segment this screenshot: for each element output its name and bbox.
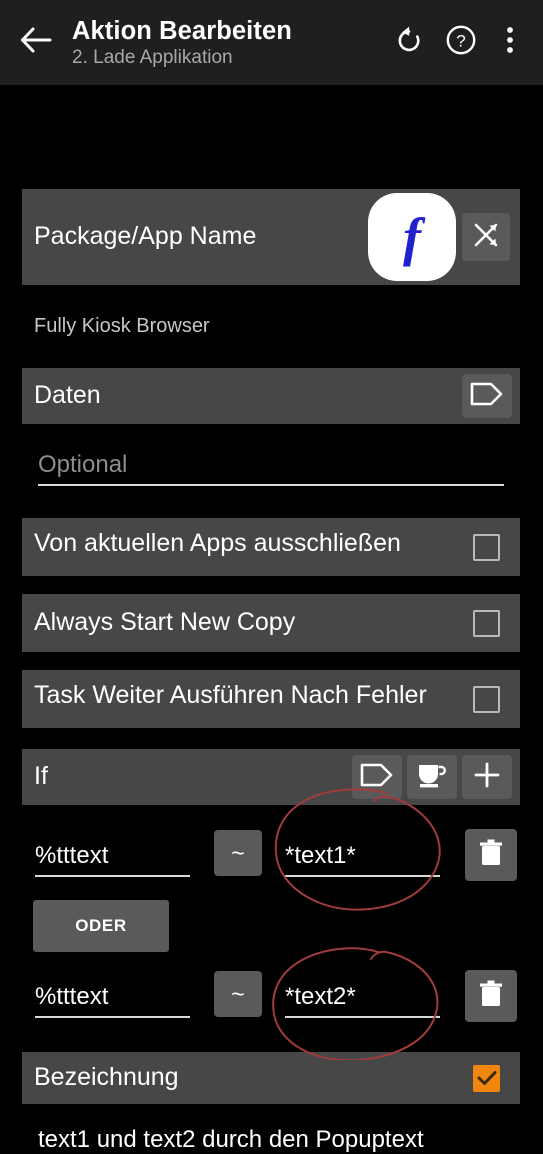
app-bar-actions: ? [383, 0, 533, 85]
condition-operator-1-label: ~ [231, 839, 245, 866]
checkbox-label-exclude-from-recent-apps: Von aktuellen Apps ausschließen [34, 529, 401, 558]
package-app-name-label: Package/App Name [34, 222, 257, 251]
undo-button[interactable] [383, 0, 435, 85]
back-button[interactable] [0, 0, 72, 85]
checkbox-row-continue-task-after-error[interactable]: Task Weiter Ausführen Nach Fehler [22, 670, 520, 728]
coffee-cup-icon [416, 761, 448, 794]
page-title: Aktion Bearbeiten [72, 16, 292, 45]
check-icon [477, 1071, 496, 1085]
condition-delete-1[interactable] [465, 829, 517, 881]
bottom-note: text1 und text2 durch den Popuptext [38, 1126, 424, 1153]
condition-variable-1[interactable]: %tttext [35, 842, 190, 877]
if-add-condition-button[interactable] [462, 755, 512, 799]
tag-icon [359, 762, 395, 793]
trash-icon [478, 838, 504, 873]
join-operator-label: ODER [75, 916, 127, 935]
tag-icon [469, 381, 505, 412]
checkbox-row-exclude-from-recent-apps[interactable]: Von aktuellen Apps ausschließen [22, 518, 520, 576]
app-bar: Aktion Bearbeiten 2. Lade Applikation ? [0, 0, 543, 85]
if-coffee-button[interactable] [407, 755, 457, 799]
daten-tag-button[interactable] [462, 374, 512, 418]
svg-text:f: f [403, 207, 426, 267]
package-app-name-value: Fully Kiosk Browser [34, 315, 210, 337]
daten-row[interactable]: Daten [22, 368, 520, 424]
title-block: Aktion Bearbeiten 2. Lade Applikation [72, 17, 383, 70]
join-operator-button[interactable]: ODER [33, 900, 169, 952]
shuffle-icon [471, 220, 501, 255]
checkbox-label-continue-task-after-error: Task Weiter Ausführen Nach Fehler [34, 681, 427, 710]
condition-variable-2[interactable]: %tttext [35, 983, 190, 1018]
checkbox-bezeichnung[interactable] [473, 1064, 500, 1092]
svg-text:?: ? [456, 32, 465, 51]
if-label: If [34, 762, 48, 791]
if-section-row: If [22, 749, 520, 805]
condition-value-2[interactable]: *text2* [285, 983, 440, 1018]
checkbox-continue-task-after-error[interactable] [473, 685, 500, 713]
checkbox-label-always-start-new-copy: Always Start New Copy [34, 608, 296, 637]
checkbox-row-always-start-new-copy[interactable]: Always Start New Copy [22, 594, 520, 652]
help-button[interactable]: ? [435, 0, 487, 85]
condition-delete-2[interactable] [465, 970, 517, 1022]
condition-operator-2[interactable]: ~ [214, 971, 262, 1017]
package-app-name-row[interactable]: Package/App Name f [22, 189, 520, 285]
checkbox-always-start-new-copy[interactable] [473, 609, 500, 637]
arrow-left-icon [19, 25, 53, 60]
undo-icon [394, 25, 424, 60]
condition-value-1[interactable]: *text1* [285, 842, 440, 877]
condition-operator-1[interactable]: ~ [214, 830, 262, 876]
bezeichnung-row[interactable]: Bezeichnung [22, 1052, 520, 1104]
daten-input[interactable]: Optional [38, 451, 504, 486]
overflow-menu-icon [506, 25, 514, 60]
daten-label: Daten [34, 381, 101, 410]
help-icon: ? [445, 24, 477, 61]
page-subtitle: 2. Lade Applikation [72, 47, 233, 69]
trash-icon [478, 979, 504, 1014]
select-app-button[interactable] [462, 213, 510, 261]
checkbox-exclude-from-recent-apps[interactable] [473, 533, 500, 561]
app-logo: f [368, 193, 456, 281]
plus-icon [472, 760, 502, 795]
bezeichnung-label: Bezeichnung [34, 1063, 179, 1092]
if-tag-button[interactable] [352, 755, 402, 799]
overflow-menu-button[interactable] [487, 0, 533, 85]
condition-operator-2-label: ~ [231, 980, 245, 1007]
